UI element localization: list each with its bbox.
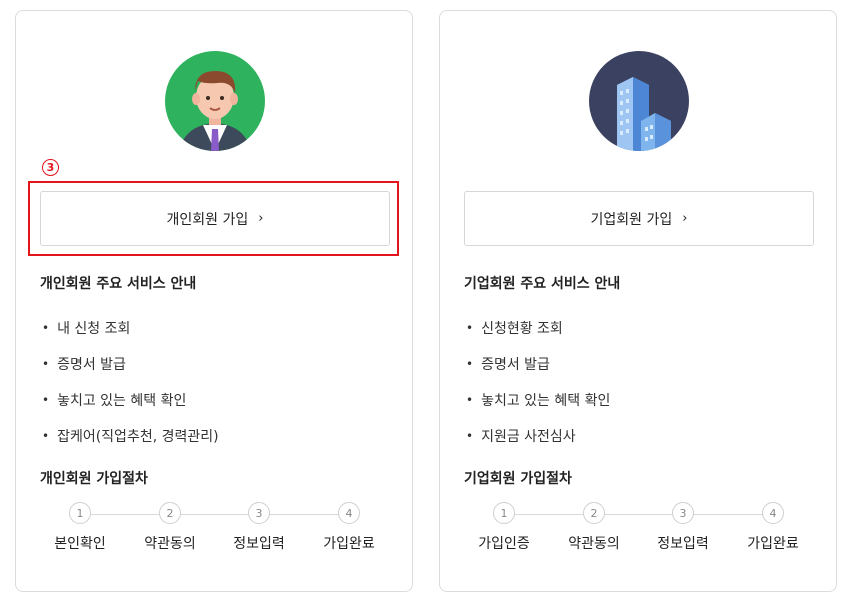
bullet-icon: • [466,321,474,335]
step-number: 1 [493,502,515,524]
list-item: • 지원금 사전심사 [466,429,576,445]
step-number: 4 [762,502,784,524]
step-label: 가입완료 [747,536,799,552]
list-item: • 신청현황 조회 [466,321,563,337]
bullet-icon: • [42,393,50,407]
step-1: 1 본인확인 [40,502,120,553]
annotation-marker: 3 [42,159,59,176]
step-label: 정보입력 [657,536,709,552]
bullet-icon: • [42,429,50,443]
corporate-process-title: 기업회원 가입절차 [464,471,572,487]
list-item: • 잡케어(직업추천, 경력관리) [42,429,219,445]
businessman-avatar-icon [165,51,265,151]
corporate-services-title: 기업회원 주요 서비스 안내 [464,276,621,292]
personal-member-card: 3 개인회원 가입 › 개인회원 주요 서비스 안내 • 내 신청 조회 • 증명서… [15,10,413,592]
bullet-icon: • [42,321,50,335]
step-number: 2 [159,502,181,524]
step-3: 3 정보입력 [643,502,723,553]
step-number: 2 [583,502,605,524]
personal-services-title: 개인회원 주요 서비스 안내 [40,276,197,292]
personal-join-button[interactable]: 개인회원 가입 › [40,191,390,246]
step-4: 4 가입완료 [309,502,389,553]
step-number: 4 [338,502,360,524]
step-label: 약관동의 [568,536,620,552]
bullet-icon: • [466,429,474,443]
step-2: 2 약관동의 [554,502,634,553]
personal-services-list: • 내 신청 조회 • 증명서 발급 • 놓치고 있는 혜택 확인 • 잡케어(직업추천… [42,310,219,454]
personal-join-label: 개인회원 가입 [166,211,249,228]
step-number: 1 [69,502,91,524]
bullet-icon: • [42,357,50,371]
step-label: 가입완료 [323,536,375,552]
corporate-signup-steps: 1 가입인증 2 약관동의 3 정보입력 4 가입완료 [464,502,814,562]
office-building-icon [589,51,689,151]
personal-process-title: 개인회원 가입절차 [40,471,148,487]
list-item: • 내 신청 조회 [42,321,131,337]
corporate-services-list: • 신청현황 조회 • 증명서 발급 • 놓치고 있는 혜택 확인 • 지원금 사전심사 [466,310,610,454]
step-number: 3 [248,502,270,524]
step-3: 3 정보입력 [219,502,299,553]
chevron-right-icon: › [258,211,264,226]
step-label: 정보입력 [233,536,285,552]
list-item: • 증명서 발급 [42,357,126,373]
list-item: • 증명서 발급 [466,357,550,373]
list-item: • 놓치고 있는 혜택 확인 [42,393,187,409]
list-item: • 놓치고 있는 혜택 확인 [466,393,611,409]
step-label: 가입인증 [478,536,530,552]
step-label: 약관동의 [144,536,196,552]
corporate-join-button[interactable]: 기업회원 가입 › [464,191,814,246]
personal-signup-steps: 1 본인확인 2 약관동의 3 정보입력 4 가입완료 [40,502,390,562]
corporate-member-card: 기업회원 가입 › 기업회원 주요 서비스 안내 • 신청현황 조회 • 증명서 발… [439,10,837,592]
step-4: 4 가입완료 [733,502,813,553]
bullet-icon: • [466,393,474,407]
corporate-join-label: 기업회원 가입 [590,211,673,228]
step-2: 2 약관동의 [130,502,210,553]
step-number: 3 [672,502,694,524]
chevron-right-icon: › [682,211,688,226]
bullet-icon: • [466,357,474,371]
step-label: 본인확인 [54,536,106,552]
step-1: 1 가입인증 [464,502,544,553]
